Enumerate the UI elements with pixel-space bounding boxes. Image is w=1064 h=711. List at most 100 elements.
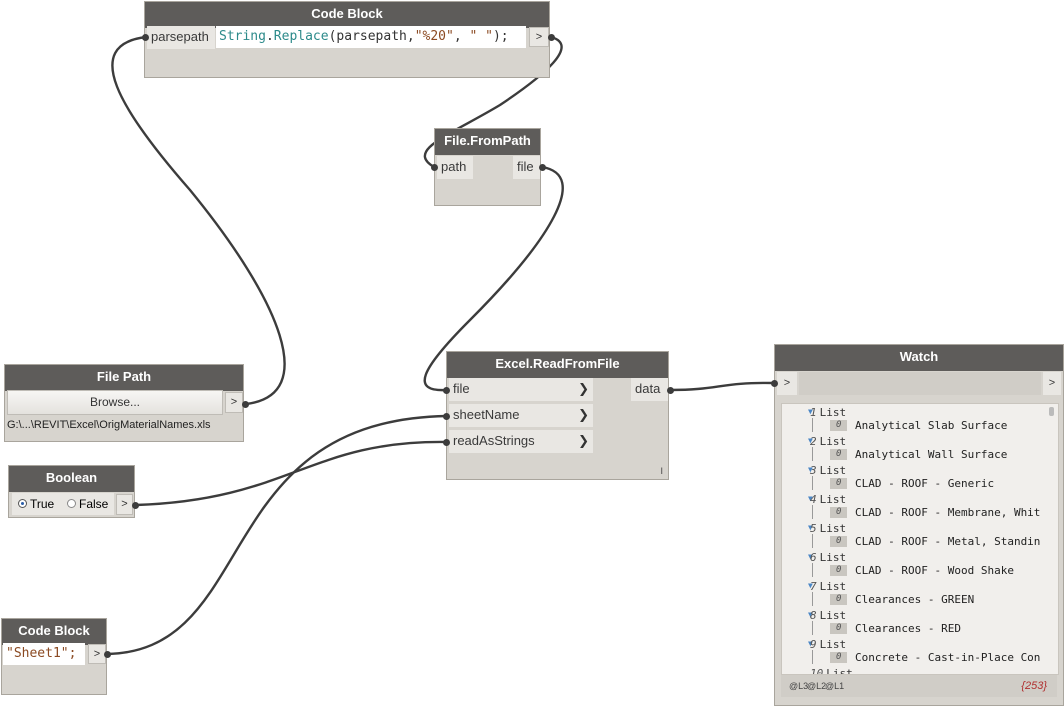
item-value: Concrete - Cast-in-Place Con [855,651,1041,664]
connector-dot [142,34,149,41]
list-item[interactable]: ▼ 5 List 0 CLAD - ROOF - Metal, Standin [782,522,1058,551]
wire-filepath-to-codeblock [111,35,286,406]
list-index: 8 [810,609,817,622]
port-label: sheetName [453,407,520,422]
code-string-2: " " [469,29,493,44]
browse-button[interactable]: Browse... [7,390,223,415]
list-item[interactable]: ▼ 8 List 0 Clearances - RED [782,609,1058,638]
list-label: List [819,522,847,535]
code-class: String [219,29,266,44]
node-title: Code Block [2,619,106,645]
file-from-path-node[interactable]: File.FromPath path file [434,128,541,206]
chevron-right-icon: ❯ [578,433,589,448]
input-port-file[interactable]: file ❯ [449,378,593,401]
connector-dot [443,413,450,420]
list-item[interactable]: ▼ 2 List 0 Analytical Wall Surface [782,435,1058,464]
input-port-button[interactable]: > [777,372,797,395]
boolean-node[interactable]: Boolean True False > [8,465,135,518]
item-index: 0 [830,420,848,431]
item-index: 0 [830,594,848,605]
input-port-readasstrings[interactable]: readAsStrings ❯ [449,430,593,453]
output-port-button[interactable]: > [1043,372,1061,395]
list-index: 9 [810,638,817,651]
item-index: 0 [830,623,848,634]
false-label: False [79,497,109,511]
port-label: file [453,381,470,396]
level-l1[interactable]: @L1 [825,675,844,697]
node-title: File.FromPath [435,129,540,155]
output-port-button[interactable]: > [116,494,133,515]
watch-list[interactable]: ▼ 1 List 0 Analytical Slab Surface ▼ 2 Lis… [781,403,1059,675]
item-value: Analytical Wall Surface [855,448,1008,461]
tree-branch [812,592,813,606]
code-block-node-sheet1[interactable]: Code Block "Sheet1"; > [1,618,107,695]
list-index: 3 [810,464,817,477]
list-item[interactable]: ▼ 6 List 0 CLAD - ROOF - Wood Shake [782,551,1058,580]
output-port-file[interactable]: file [513,156,540,179]
lacing-indicator: I [660,466,663,476]
list-item[interactable]: 10 List [782,667,1058,675]
list-item[interactable]: ▼ 4 List 0 CLAD - ROOF - Membrane, Whit [782,493,1058,522]
list-header: 4 List [810,493,846,506]
true-label: True [30,497,55,511]
output-port-button[interactable]: > [225,392,243,413]
list-header: 2 List [810,435,846,448]
tree-branch [812,447,813,461]
file-path-node[interactable]: File Path Browse... > G:\...\REVIT\Excel… [4,364,244,442]
output-port-data[interactable]: data [631,378,668,401]
input-port-parsepath[interactable]: parsepath [147,26,215,49]
port-label: readAsStrings [453,433,535,448]
list-header: 5 List [810,522,846,535]
item-value: Analytical Slab Surface [855,419,1008,432]
connector-dot [443,387,450,394]
wire-sheet1-to-sheetname [107,414,448,656]
list-item[interactable]: ▼ 7 List 0 Clearances - GREEN [782,580,1058,609]
excel-read-from-file-node[interactable]: Excel.ReadFromFile file ❯ sheetName ❯ re… [446,351,669,480]
code-separator: , [453,29,470,44]
code-block-node-replace[interactable]: Code Block parsepath String.Replace(pars… [144,1,550,78]
list-header: 10 List [810,667,853,675]
list-index: 6 [810,551,817,564]
node-title: Code Block [145,2,549,28]
level-l2[interactable]: @L2 [807,675,826,697]
item-index: 0 [830,536,848,547]
connector-dot [539,164,546,171]
output-port-button[interactable]: > [529,27,549,47]
list-label: List [826,667,853,675]
input-port-sheetname[interactable]: sheetName ❯ [449,404,593,427]
code-string-1: "%20" [414,29,454,44]
list-label: List [819,609,847,622]
node-title: Watch [775,345,1063,371]
item-index: 0 [830,449,848,460]
tree-branch [812,534,813,548]
connector-dot [548,34,555,41]
list-item[interactable]: ▼ 1 List 0 Analytical Slab Surface [782,406,1058,435]
file-path-value: G:\...\REVIT\Excel\OrigMaterialNames.xls [7,419,211,431]
list-item[interactable]: ▼ 3 List 0 CLAD - ROOF - Generic [782,464,1058,493]
list-index: 10 [810,667,824,675]
list-label: List [819,580,847,593]
connector-dot [431,164,438,171]
watch-node[interactable]: Watch > > ▼ 1 List 0 Analytical Slab Surf… [774,344,1064,706]
item-value: CLAD - ROOF - Metal, Standin [855,535,1041,548]
connector-dot [771,380,778,387]
code-editor[interactable]: "Sheet1"; [3,643,85,665]
level-l3[interactable]: @L3 [789,675,808,697]
radio-true[interactable] [18,499,27,508]
item-value: Clearances - GREEN [855,593,975,606]
list-index: 4 [810,493,817,506]
boolean-toggle: True False [12,493,114,515]
list-label: List [819,638,847,651]
radio-false[interactable] [67,499,76,508]
list-index: 7 [810,580,817,593]
list-header: 6 List [810,551,846,564]
code-dot: . [265,29,274,44]
code-editor[interactable]: String.Replace(parsepath,"%20", " "); [216,26,526,48]
list-header: 3 List [810,464,846,477]
input-port-path[interactable]: path [437,156,473,179]
node-title: Excel.ReadFromFile [447,352,668,378]
code-function: Replace [273,29,329,44]
tree-branch [812,418,813,432]
chevron-right-icon: ❯ [578,407,589,422]
list-item[interactable]: ▼ 9 List 0 Concrete - Cast-in-Place Con [782,638,1058,667]
